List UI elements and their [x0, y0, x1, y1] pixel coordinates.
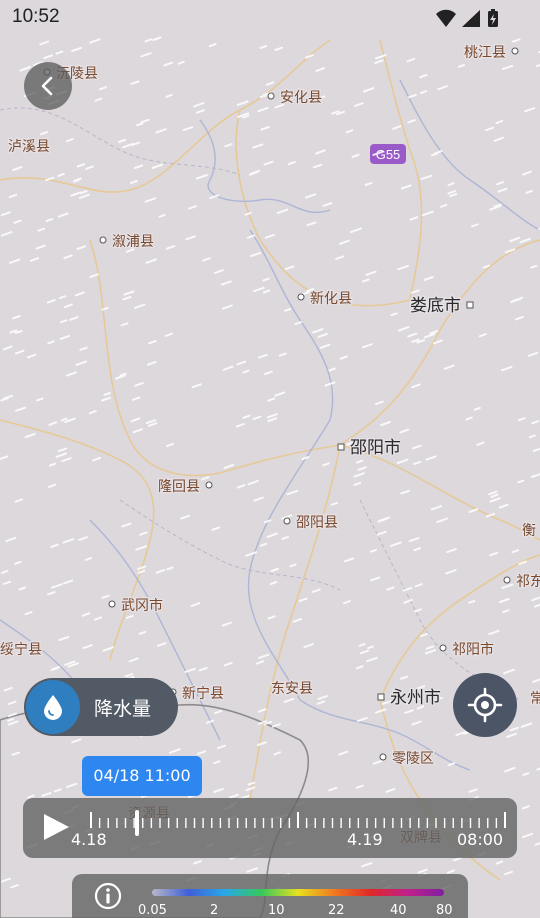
place-marker: 常	[529, 690, 540, 709]
place-dot	[337, 443, 345, 451]
map-canvas[interactable]: G55 沅陵县安化县桃江县泸溪县溆浦县新化县 娄底市邵阳市隆回县邵阳县 衡祁东武冈市…	[0, 0, 540, 918]
legend-tick: 10	[268, 903, 285, 918]
place-label: 邵阳县	[296, 515, 338, 531]
timeline-ticks	[90, 812, 506, 828]
wifi-icon	[436, 9, 456, 28]
place-label: 新宁县	[182, 685, 224, 702]
place-dot	[439, 644, 447, 652]
place-dot	[511, 47, 519, 55]
place-dot	[283, 517, 291, 525]
place-dot	[379, 753, 387, 761]
battery-icon	[488, 9, 498, 27]
legend-tick: 22	[328, 903, 345, 918]
layer-label: 降水量	[94, 698, 152, 720]
place-label: 武冈市	[121, 597, 163, 614]
place-label: 邵阳市	[350, 438, 401, 458]
place-label: 祁阳市	[452, 641, 494, 658]
legend-gradient-bar	[152, 889, 444, 896]
place-dot	[99, 236, 107, 244]
place-dot	[503, 576, 511, 584]
place-label: 祁东	[516, 574, 540, 590]
precipitation-layer-toggle[interactable]: 降水量	[24, 678, 178, 736]
signal-icon	[462, 10, 480, 27]
place-dot	[466, 301, 474, 309]
info-icon[interactable]	[94, 882, 122, 910]
timeline-label-start: 4.18	[71, 830, 107, 849]
crosshair-icon	[467, 687, 503, 723]
current-time-bubble: 04/18 11:00	[82, 756, 202, 796]
highway-shield-label: G55	[376, 147, 401, 162]
place-label: 永州市	[390, 688, 441, 708]
locate-button[interactable]	[453, 673, 517, 737]
place-marker: 绥宁县	[0, 640, 43, 660]
place-dot	[297, 293, 305, 301]
place-dot	[108, 600, 116, 608]
raindrop-badge	[26, 680, 80, 734]
place-dot	[205, 481, 213, 489]
place-label: 溆浦县	[112, 234, 154, 250]
timeline-thumb[interactable]	[134, 810, 139, 836]
timeline-label-end: 08:00	[457, 830, 504, 849]
status-bar: 10:52	[0, 0, 540, 36]
place-label: 零陵区	[392, 751, 434, 767]
legend-tick: 0.05	[138, 903, 167, 918]
place-dot	[377, 693, 385, 701]
timeline-bar[interactable]: 4.18 4.19 08:00	[23, 798, 517, 858]
place-label: 新化县	[310, 291, 352, 307]
precipitation-legend: 0.05 2 10 22 40 80	[72, 874, 468, 918]
place-label: 东安县	[271, 681, 313, 697]
legend-tick: 40	[390, 903, 407, 918]
place-marker: 泸溪县	[7, 138, 52, 157]
status-time: 10:52	[12, 6, 60, 27]
place-marker: 衡	[521, 522, 538, 541]
place-label: 泸溪县	[8, 139, 50, 155]
place-dot	[267, 92, 275, 100]
timeline-label-next-day: 4.19	[347, 830, 383, 849]
legend-tick: 80	[436, 903, 453, 918]
place-label: 桃江县	[464, 45, 506, 61]
place-marker: 东安县	[270, 680, 315, 699]
back-button[interactable]	[24, 62, 72, 110]
raindrop-icon	[44, 695, 62, 720]
place-label: 绥宁县	[0, 641, 42, 658]
legend-tick: 2	[210, 903, 219, 918]
place-label: 常	[530, 691, 540, 707]
place-label: 娄底市	[410, 296, 461, 316]
status-icons	[434, 8, 504, 28]
place-label: 隆回县	[158, 479, 200, 495]
place-label: 安化县	[280, 90, 322, 106]
chevron-left-icon	[41, 76, 53, 96]
place-label: 衡	[522, 523, 536, 539]
